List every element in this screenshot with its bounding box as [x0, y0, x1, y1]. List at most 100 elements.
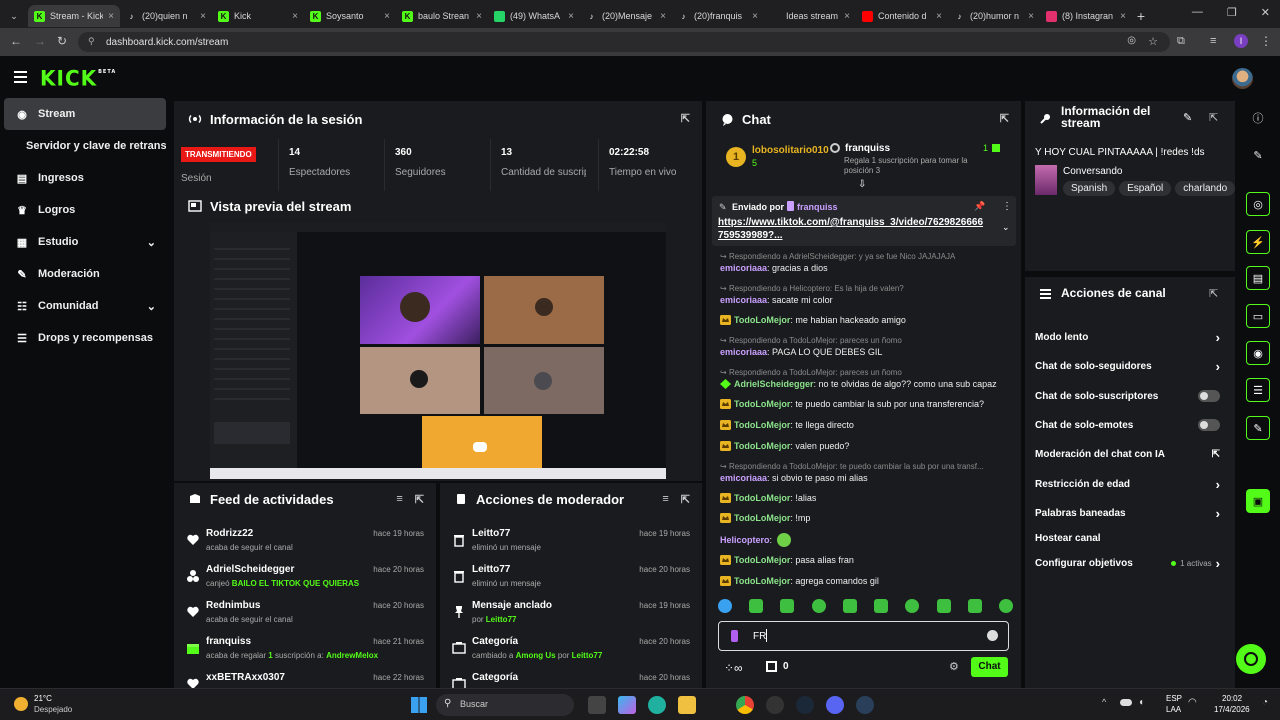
unpin-icon[interactable]: 📌	[974, 201, 985, 212]
channel-action-chat-de-solo-emotes[interactable]: Chat de solo-emotes	[1035, 413, 1220, 437]
feed-row[interactable]: Categoría cambiado a Among Us por Leitto7…	[440, 631, 702, 667]
browser-tab[interactable]: Kbaulo Strean ×	[396, 5, 488, 27]
chrome-icon[interactable]	[736, 696, 754, 714]
site-info-icon[interactable]: ⚲	[88, 36, 95, 47]
file-explorer-icon[interactable]	[678, 696, 696, 714]
close-tab-icon[interactable]: ×	[568, 11, 574, 22]
sub-goal-banner[interactable]: 1 lobosolitario010 5 franquiss 1 Regala …	[706, 139, 1021, 181]
popout-icon[interactable]: ⇱	[681, 112, 690, 125]
sidebar-item-ingresos[interactable]: ▤ Ingresos	[4, 162, 166, 194]
url-field[interactable]: ⚲ dashboard.kick.com/stream ◎ ☆	[78, 32, 1170, 52]
feed-row[interactable]: xxBETRAxx0307 hace 22 horas	[174, 667, 436, 688]
chat-bubble-icon[interactable]: ▭	[1246, 304, 1270, 328]
feed-row[interactable]: Rodrizz22 acaba de seguir el canal hace 19…	[174, 523, 436, 559]
toggle-switch[interactable]	[1198, 390, 1220, 402]
channel-action-modo-lento[interactable]: Modo lento ›	[1035, 325, 1220, 349]
channel-action-chat-de-solo-suscriptores[interactable]: Chat de solo-suscriptores	[1035, 384, 1220, 408]
channel-action-configurar-objetivos[interactable]: Configurar objetivos 1 activas ›	[1035, 551, 1220, 575]
browser-tab[interactable]: K Kick ×	[212, 5, 304, 27]
chat-settings-gear-icon[interactable]: ⚙	[949, 660, 959, 673]
row-user-link[interactable]: AndrewMelox	[326, 651, 378, 660]
row-name[interactable]: Leitto77	[472, 564, 510, 575]
quick-emote[interactable]	[749, 599, 764, 613]
close-tab-icon[interactable]: ×	[936, 11, 942, 22]
close-tab-icon[interactable]: ×	[200, 11, 206, 22]
row-name[interactable]: Rednimbus	[206, 600, 260, 611]
browser-tab[interactable]: ♪ (20)Mensaje ×	[580, 5, 672, 27]
scroll-down-icon[interactable]: ⇩	[858, 179, 866, 190]
row-name[interactable]: Categoría	[472, 636, 518, 647]
windows-start-icon[interactable]	[411, 697, 427, 713]
broadcast-icon[interactable]: ◉	[1246, 341, 1270, 365]
chat-message[interactable]: emicoriaaa: PAGA LO QUE DEBES GIL	[720, 347, 1010, 358]
browser-tab[interactable]: ♪ (20)humor n ×	[948, 5, 1040, 27]
row-name[interactable]: Mensaje anclado	[472, 600, 552, 611]
taskbar-search[interactable]: ⚲ Buscar	[436, 694, 574, 716]
close-tab-icon[interactable]: ×	[1120, 11, 1126, 22]
target-icon[interactable]: ◎	[1246, 192, 1270, 216]
wrench-icon[interactable]: ✎	[1246, 416, 1270, 440]
chat-username[interactable]: TodoLoMejor	[734, 493, 790, 503]
tray-arrow-icon[interactable]: ^	[1102, 697, 1106, 707]
kick-logo[interactable]: KICKBETA	[40, 65, 116, 90]
gift-shop-icon[interactable]	[766, 661, 777, 672]
row-user-link[interactable]: Leitto77	[572, 651, 603, 660]
chat-message[interactable]: TodoLoMejor: te llega directo	[720, 420, 1010, 431]
feed-row[interactable]: Leitto77 eliminó un mensaje hace 19 horas	[440, 523, 702, 559]
edge-icon[interactable]	[648, 696, 666, 714]
close-tab-icon[interactable]: ×	[108, 11, 114, 22]
restore-button[interactable]: ❐	[1227, 6, 1237, 19]
discord-icon[interactable]	[826, 696, 844, 714]
chat-username[interactable]: TodoLoMejor	[734, 513, 790, 523]
browser-tab[interactable]: Ideas stream ×	[764, 5, 856, 27]
stream-tag[interactable]: charlando	[1175, 181, 1236, 196]
filter-icon[interactable]: ≡	[396, 493, 402, 506]
chat-username[interactable]: TodoLoMejor	[734, 576, 790, 586]
quick-emote[interactable]	[874, 599, 889, 613]
chat-message[interactable]: TodoLoMejor: te puedo cambiar la sub por…	[720, 399, 1010, 410]
expand-chevron-icon[interactable]: ⌄	[1002, 222, 1010, 233]
row-name[interactable]: Rodrizz22	[206, 528, 253, 539]
chat-message[interactable]: TodoLoMejor: !mp	[720, 513, 1010, 524]
emoji-picker-icon[interactable]	[987, 630, 998, 641]
close-tab-icon[interactable]: ×	[292, 11, 298, 22]
browser-tab[interactable]: (49) WhatsA ×	[488, 5, 580, 27]
feed-row[interactable]: AdrielScheidegger canjeó BAILO EL TIKTOK …	[174, 559, 436, 595]
chat-message[interactable]: Helicoptero:	[720, 533, 1010, 547]
hamburger-menu-icon[interactable]	[14, 71, 27, 83]
edit-pencil-icon[interactable]: ✎	[1183, 111, 1192, 124]
chat-username[interactable]: TodoLoMejor	[734, 420, 790, 430]
row-name[interactable]: AdrielScheidegger	[206, 564, 294, 575]
chat-message[interactable]: TodoLoMejor: pasa alias fran	[720, 555, 1010, 566]
tab-search-button[interactable]: ⌄	[4, 6, 24, 26]
quick-emote[interactable]	[967, 599, 982, 613]
support-chat-bubble[interactable]	[1236, 644, 1266, 674]
browser-tab[interactable]: ♪ (20)franquis ×	[672, 5, 764, 27]
feed-row[interactable]: Mensaje anclado por Leitto77 hace 19 horas	[440, 595, 702, 631]
channel-points-icon[interactable]: ⁘∞	[724, 661, 743, 675]
volume-icon[interactable]: ◖	[1138, 697, 1144, 708]
chat-message[interactable]: TodoLoMejor: agrega comandos gil	[720, 576, 1010, 587]
popout-icon[interactable]: ⇱	[1209, 111, 1218, 124]
chat-username[interactable]: Helicoptero	[720, 535, 770, 545]
stream-tag[interactable]: Español	[1119, 181, 1172, 196]
popout-icon[interactable]: ⇱	[681, 493, 690, 506]
channel-actions-icon[interactable]: ☰	[1246, 378, 1270, 402]
browser-tab[interactable]: K Stream - Kick ×	[28, 5, 120, 27]
chat-username[interactable]: emicoriaaa	[720, 347, 767, 357]
sidebar-item-moderación[interactable]: ✎ Moderación	[4, 258, 166, 290]
minimize-button[interactable]: —	[1192, 6, 1203, 19]
feed-row[interactable]: Categoría hace 20 horas	[440, 667, 702, 688]
chat-message[interactable]: TodoLoMejor: me habian hackeado amigo	[720, 315, 1010, 326]
close-tab-icon[interactable]: ×	[384, 11, 390, 22]
channel-action-restricci-n-de-edad[interactable]: Restricción de edad ›	[1035, 472, 1220, 496]
channel-action-moderaci-n-del-chat-con-ia[interactable]: Moderación del chat con IA ⇱	[1035, 442, 1220, 466]
browser-tab[interactable]: Contenido d ×	[856, 5, 948, 27]
obs-icon[interactable]	[766, 696, 784, 714]
onedrive-icon[interactable]	[1120, 699, 1132, 706]
eye-off-icon[interactable]: ◎	[1127, 35, 1136, 46]
chat-message[interactable]: AdrielScheidegger: no te olvidas de algo…	[720, 379, 1010, 390]
bookmark-star-icon[interactable]: ☆	[1148, 35, 1158, 48]
browser-menu-icon[interactable]: ⋮	[1260, 34, 1272, 48]
channel-action-chat-de-solo-seguidores[interactable]: Chat de solo-seguidores ›	[1035, 354, 1220, 378]
